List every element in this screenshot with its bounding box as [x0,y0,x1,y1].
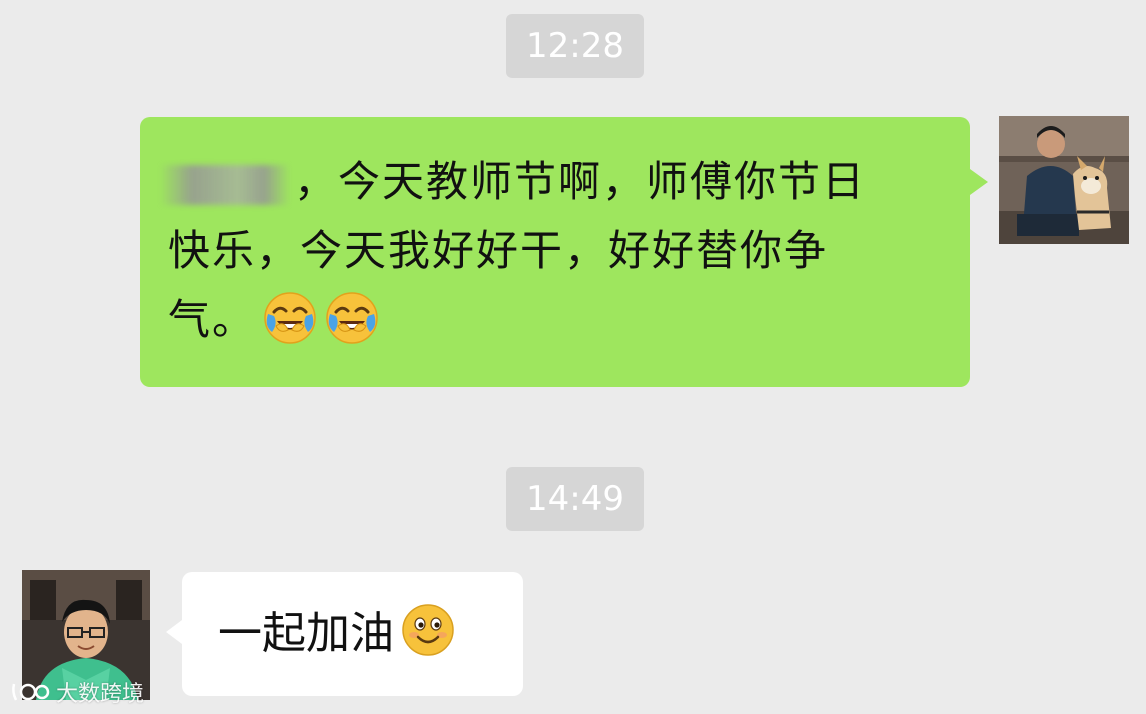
received-message-bubble[interactable]: 一起加油 [166,572,523,696]
sent-message-bubble[interactable]: ，今天教师节啊，师傅你节日 快乐，今天我好好干，好好替你争 气。 [140,117,988,387]
timestamp: 14:49 [506,467,644,531]
avatar-photo-icon [999,116,1129,244]
watermark: 大数跨境 [10,676,144,708]
blurred-name [160,164,290,205]
message-line: 快乐，今天我好好干，好好替你争 [168,226,829,275]
smile-icon [402,604,454,656]
message-text: ，今天教师节啊，师傅你节日 [294,157,867,206]
message-text: 气。 [168,295,257,344]
message-line: ，今天教师节啊，师傅你节日 [160,147,938,216]
watermark-logo-icon [12,683,50,701]
timestamp: 12:28 [506,14,644,78]
message-text: 一起加油 [218,608,394,659]
tears-of-joy-icon [326,292,378,344]
avatar[interactable] [999,116,1129,244]
tears-of-joy-icon [264,292,316,344]
message-line: 气。 [168,285,938,354]
watermark-text: 大数跨境 [56,682,145,707]
